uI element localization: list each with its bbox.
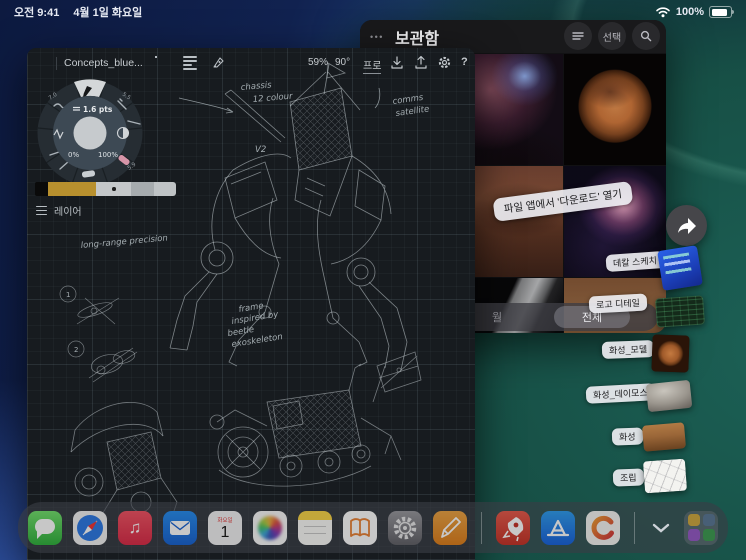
segment-months[interactable]: 월: [492, 309, 502, 325]
drawing-pen-app-icon[interactable]: [433, 510, 467, 545]
battery-icon: [709, 6, 734, 18]
svg-text:12 colour: 12 colour: [252, 92, 293, 105]
canvas-rotation[interactable]: 90°: [335, 57, 350, 68]
search-button[interactable]: [632, 22, 660, 50]
svg-text:V2: V2: [255, 145, 266, 155]
layers-label: 레이어: [54, 207, 82, 218]
safari-app-icon[interactable]: [73, 510, 107, 545]
pro-badge[interactable]: 프로: [363, 57, 382, 74]
swatch-silver[interactable]: [154, 182, 176, 196]
stroke-size-label: 1.6 pts: [83, 105, 113, 114]
drag-thumb-mars[interactable]: [641, 422, 687, 452]
mail-app-icon[interactable]: [163, 510, 197, 545]
svg-text:2: 2: [74, 346, 78, 354]
dock-divider: [634, 511, 635, 544]
calendar-weekday: 화요일: [217, 517, 233, 524]
app-library-icon[interactable]: [684, 510, 718, 545]
list-lines-icon: [572, 32, 584, 40]
photo-thumb-mars-landscape[interactable]: [462, 166, 563, 277]
document-title[interactable]: Concepts_blue...: [64, 57, 143, 69]
drag-thumb-mars-deimos[interactable]: [645, 379, 693, 413]
layers-icon[interactable]: [183, 56, 197, 70]
dock: ♫ 화요일 1: [18, 502, 728, 553]
search-icon: [640, 30, 652, 42]
drag-label: 조립: [612, 468, 644, 487]
drag-thumb-logo-detail[interactable]: [655, 295, 705, 328]
svg-text:long-range precision: long-range precision: [80, 233, 168, 251]
battery-percent: 100%: [675, 6, 704, 18]
photo-thumb-horsehead-nebula[interactable]: [462, 54, 563, 165]
drag-thumb-assembly[interactable]: [642, 458, 688, 494]
dock-divider: [481, 511, 482, 544]
drag-label: 화성_모델: [601, 340, 655, 359]
tool-wheel[interactable]: 7.0 5.5 5.9 6.9 1.6 pts 0% 100%: [30, 73, 150, 193]
swatch-dot: [112, 187, 116, 191]
mech-spider-sketch: [169, 62, 408, 371]
settings-app-icon[interactable]: [388, 510, 422, 545]
status-date: 4월 1일 화요일: [73, 7, 143, 19]
select-button[interactable]: 선택: [598, 22, 626, 50]
view-options-button[interactable]: [564, 22, 592, 50]
pen-nib-icon[interactable]: [211, 55, 226, 70]
window-options-icon[interactable]: •••: [370, 32, 384, 42]
notes-app-icon[interactable]: [298, 510, 332, 545]
opacity-min-label: 0%: [68, 151, 79, 159]
mech-rover-sketch: [209, 351, 422, 487]
app-store-app-icon[interactable]: [541, 510, 575, 545]
messages-app-icon[interactable]: [28, 510, 62, 545]
layers-menu-icon: [36, 206, 47, 215]
concepts-app-window: chassis 12 colour comms satellite V2 lon…: [27, 48, 475, 560]
toolbar-divider: [56, 57, 57, 70]
wifi-icon: [656, 7, 670, 18]
rocket-app-icon[interactable]: [496, 510, 530, 545]
color-strip: [35, 182, 176, 196]
forward-arrow-icon: [677, 217, 696, 234]
drag-label: 로고 디테일: [588, 293, 648, 314]
concepts-app-icon[interactable]: [586, 510, 620, 545]
part-studies-sketch: [59, 285, 138, 383]
share-forward-button[interactable]: [666, 205, 707, 246]
zoom-level[interactable]: 59%: [308, 57, 328, 68]
swatch-lightgray[interactable]: [96, 182, 131, 196]
status-time: 오전 9:41: [14, 7, 60, 19]
settings-gear-icon[interactable]: [437, 55, 452, 70]
help-button[interactable]: ?: [461, 56, 468, 68]
svg-text:satellite: satellite: [395, 104, 430, 119]
chevron-down-icon: [652, 523, 670, 533]
photos-app-icon[interactable]: [253, 510, 287, 545]
gallery-grid-icon[interactable]: [37, 57, 50, 70]
swatch-black-selected[interactable]: [35, 182, 48, 196]
layers-button[interactable]: 레이어: [36, 203, 82, 218]
export-share-icon[interactable]: [414, 55, 428, 70]
drag-thumb-mars-model[interactable]: [651, 334, 690, 373]
swatch-gold[interactable]: [48, 182, 96, 196]
svg-text:1: 1: [66, 291, 70, 299]
ipad-screen: ••• 보관함 선택 월 전체 chassis 12 colour comms …: [0, 0, 746, 560]
opacity-max-label: 100%: [98, 151, 118, 159]
photo-thumb-mars-globe[interactable]: [564, 54, 666, 165]
photos-title: 보관함: [394, 30, 440, 48]
books-app-icon[interactable]: [343, 510, 377, 545]
calendar-day: 1: [220, 523, 230, 541]
drag-label: 화성: [611, 427, 643, 446]
drag-label: 화성_데이모스: [585, 383, 656, 404]
precision-grid-icon[interactable]: [155, 56, 168, 69]
music-app-icon[interactable]: ♫: [118, 510, 152, 545]
calendar-app-icon[interactable]: 화요일 1: [208, 510, 242, 545]
status-bar: 오전 9:41 4월 1일 화요일 100%: [0, 0, 746, 24]
svg-text:chassis: chassis: [240, 80, 272, 93]
import-icon[interactable]: [390, 55, 404, 70]
dock-chevron-button[interactable]: [649, 516, 673, 540]
tool-wheel-center[interactable]: [73, 116, 107, 150]
drag-thumb-decal-sketch[interactable]: [657, 245, 703, 291]
swatch-gray[interactable]: [131, 182, 154, 196]
